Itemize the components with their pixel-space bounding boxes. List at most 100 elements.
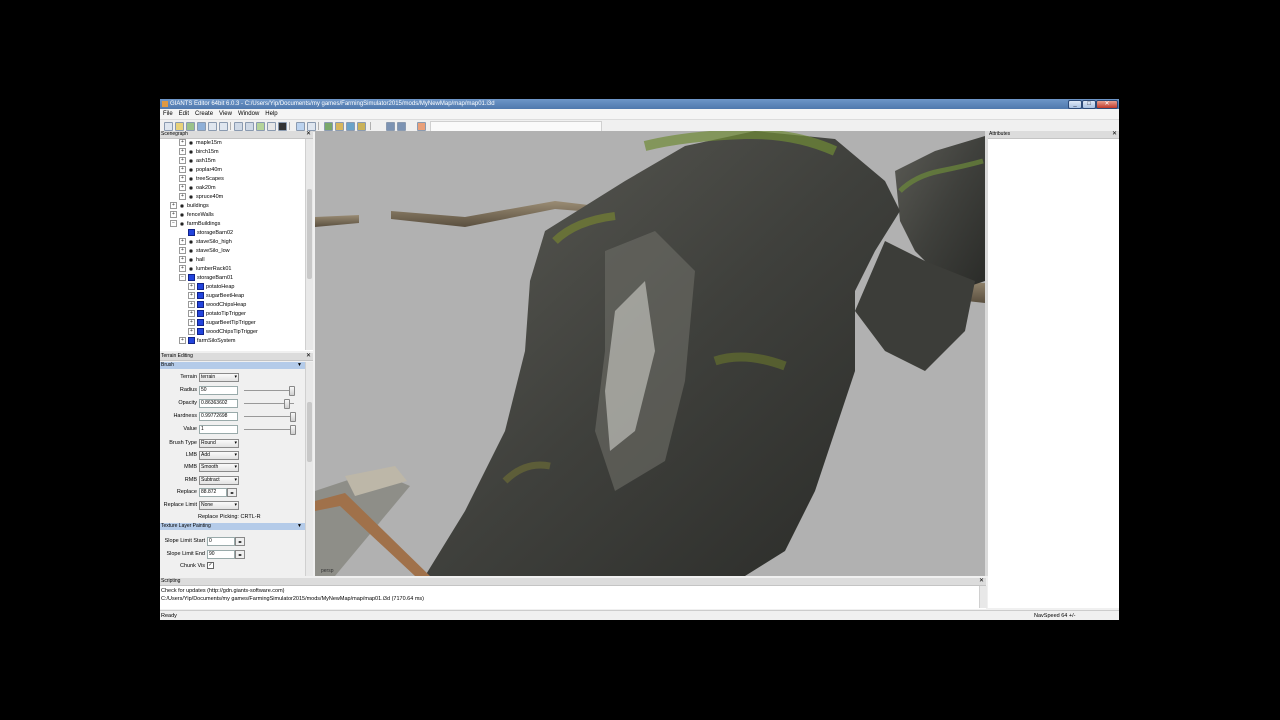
expand-toggle-icon[interactable]: + [188, 328, 195, 336]
scenegraph-item[interactable]: + potatoHeap [188, 283, 234, 292]
terrain-editing-close-icon[interactable]: ✕ [306, 353, 311, 360]
slope-start-field[interactable]: 0 [207, 537, 235, 546]
expand-toggle-icon[interactable]: + [179, 148, 186, 156]
scenegraph-item[interactable]: + maple15m [179, 139, 222, 148]
opacity-field[interactable]: 0.86363602 [199, 399, 238, 408]
scenegraph-close-icon[interactable]: ✕ [306, 131, 311, 138]
slope-start-spin-button[interactable]: ◂▸ [235, 537, 245, 546]
expand-toggle-icon[interactable]: + [179, 265, 186, 273]
scenegraph-item[interactable]: + treeScapes [179, 175, 224, 184]
terrain-select[interactable]: terrain ▾ [199, 373, 239, 382]
settings-icon[interactable] [397, 122, 406, 131]
scenegraph-item[interactable]: + birch15m [179, 148, 219, 157]
opacity-slider-thumb[interactable] [283, 399, 290, 409]
replace-limit-select[interactable]: None ▾ [199, 501, 239, 510]
scenegraph-item[interactable]: + hall [179, 256, 205, 265]
expand-toggle-icon[interactable]: + [188, 292, 195, 300]
brush-type-select[interactable]: Round ▾ [199, 439, 239, 448]
expand-toggle-icon[interactable]: + [170, 211, 177, 219]
menu-create[interactable]: Create [192, 109, 216, 119]
menu-help[interactable]: Help [262, 109, 280, 119]
undo-icon[interactable] [234, 122, 243, 131]
replace-spin-button[interactable]: ◂▸ [227, 488, 237, 497]
expand-toggle-icon[interactable]: + [188, 319, 195, 327]
scripting-scrollbar[interactable] [979, 586, 987, 608]
scenegraph-item[interactable]: + woodChipsTipTrigger [188, 328, 258, 337]
menu-file[interactable]: File [160, 109, 176, 119]
refresh-icon[interactable] [256, 122, 265, 131]
export-icon[interactable] [219, 122, 228, 131]
scenegraph-scrollbar[interactable] [305, 139, 313, 350]
expand-toggle-icon[interactable]: + [179, 193, 186, 201]
scenegraph-item[interactable]: + woodChipsHeap [188, 301, 246, 310]
expand-toggle-icon[interactable]: − [170, 220, 177, 228]
expand-toggle-icon[interactable]: + [188, 301, 195, 309]
value-slider-thumb[interactable] [290, 425, 296, 435]
terrain-editing-scrollbar[interactable] [305, 362, 313, 576]
play-icon[interactable] [278, 122, 287, 131]
expand-toggle-icon[interactable]: + [179, 238, 186, 246]
chunk-vis-checkbox[interactable]: ✓ [207, 562, 214, 569]
new-file-icon[interactable] [164, 122, 173, 131]
scenegraph-item[interactable]: − storageBarn01 [179, 274, 233, 283]
scripting-close-icon[interactable]: ✕ [979, 578, 984, 585]
expand-toggle-icon[interactable]: + [179, 139, 186, 147]
menu-edit[interactable]: Edit [176, 109, 192, 119]
lmb-select[interactable]: Add ▾ [199, 451, 239, 460]
scenegraph-item[interactable]: + oak20m [179, 184, 216, 193]
redo-icon[interactable] [245, 122, 254, 131]
minimize-button[interactable]: _ [1068, 100, 1082, 109]
open-file-icon[interactable] [175, 122, 184, 131]
hardness-slider-track[interactable] [244, 416, 294, 417]
radius-slider-track[interactable] [244, 390, 294, 391]
scenegraph-item[interactable]: + sugarBeetHeap [188, 292, 244, 301]
expand-toggle-icon[interactable]: + [188, 310, 195, 318]
foliage-icon[interactable] [346, 122, 355, 131]
close-button[interactable]: ✕ [1096, 100, 1118, 109]
expand-toggle-icon[interactable]: + [179, 184, 186, 192]
expand-toggle-icon[interactable]: + [179, 175, 186, 183]
scenegraph-item[interactable]: storageBarn02 [179, 229, 233, 238]
hardness-slider-thumb[interactable] [289, 412, 296, 422]
scenegraph-item[interactable]: + spruce40m [179, 193, 223, 202]
import-icon[interactable] [186, 122, 195, 131]
gizmo-icon[interactable] [386, 122, 395, 131]
expand-toggle-icon[interactable]: + [170, 202, 177, 210]
value-slider-track[interactable] [244, 429, 294, 430]
scenegraph-item[interactable]: − farmBuildings [170, 220, 220, 229]
replace-field[interactable]: 88.872 [199, 488, 227, 497]
expand-toggle-icon[interactable]: + [179, 337, 186, 345]
stop-icon[interactable] [417, 122, 426, 131]
hardness-field[interactable]: 0.99772698 [199, 412, 238, 421]
scenegraph-scroll-thumb[interactable] [307, 189, 312, 279]
attributes-close-icon[interactable]: ✕ [1112, 131, 1117, 138]
terrain-icon[interactable] [324, 122, 333, 131]
expand-toggle-icon[interactable]: + [179, 166, 186, 174]
scenegraph-item[interactable]: + buildings [170, 202, 209, 211]
scenegraph-item[interactable]: + farmSiloSystem [179, 337, 236, 346]
scenegraph-item[interactable]: + poplar40m [179, 166, 222, 175]
cut-icon[interactable] [267, 122, 276, 131]
maximize-button[interactable]: □ [1082, 100, 1096, 109]
scenegraph-item[interactable]: + fenceWalls [170, 211, 214, 220]
expand-toggle-icon[interactable]: + [179, 247, 186, 255]
move-tool-icon[interactable] [307, 122, 316, 131]
scenegraph-item[interactable]: + staveSilo_high [179, 238, 232, 247]
save-as-icon[interactable] [208, 122, 217, 131]
scenegraph-item[interactable]: + potatoTipTrigger [188, 310, 246, 319]
scenegraph-item[interactable]: + sugarBeetTipTrigger [188, 319, 256, 328]
scenegraph-item[interactable]: + ash15m [179, 157, 216, 166]
texture-section-header[interactable]: Texture Layer Painting ▼ [160, 523, 305, 530]
select-tool-icon[interactable] [296, 122, 305, 131]
slope-end-field[interactable]: 90 [207, 550, 235, 559]
menu-window[interactable]: Window [235, 109, 262, 119]
radius-field[interactable]: 50 [199, 386, 238, 395]
expand-toggle-icon[interactable]: + [179, 256, 186, 264]
save-icon[interactable] [197, 122, 206, 131]
radius-slider-thumb[interactable] [288, 386, 295, 396]
brush-section-header[interactable]: Brush ▼ [160, 362, 305, 369]
paint-icon[interactable] [335, 122, 344, 131]
expand-toggle-icon[interactable]: + [188, 283, 195, 291]
slope-end-spin-button[interactable]: ◂▸ [235, 550, 245, 559]
decoration-icon[interactable] [357, 122, 366, 131]
